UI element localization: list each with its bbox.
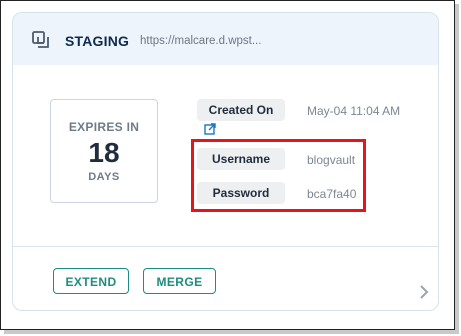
merge-button[interactable]: MERGE — [143, 268, 216, 294]
expires-label: EXPIRES IN — [68, 120, 140, 134]
expires-unit: DAYS — [88, 171, 120, 183]
frame-shadow-bottom — [4, 330, 459, 334]
credentials-highlight-box — [191, 139, 366, 212]
extend-button[interactable]: EXTEND — [53, 268, 129, 294]
copy-icon — [32, 31, 49, 48]
card-footer-divider — [13, 246, 438, 247]
created-on-value: May-04 11:04 AM — [307, 104, 401, 118]
external-link-icon[interactable] — [204, 123, 216, 135]
card-header: STAGING https://malcare.d.wpst... — [13, 13, 438, 65]
site-url[interactable]: https://malcare.d.wpst... — [140, 35, 261, 47]
expiry-box: EXPIRES IN 18 DAYS — [50, 99, 158, 203]
expires-days-count: 18 — [88, 137, 120, 168]
site-type-title: STAGING — [65, 33, 130, 49]
chevron-right-icon[interactable] — [419, 285, 429, 299]
frame-shadow-right — [455, 4, 459, 332]
created-on-label: Created On — [197, 99, 285, 121]
